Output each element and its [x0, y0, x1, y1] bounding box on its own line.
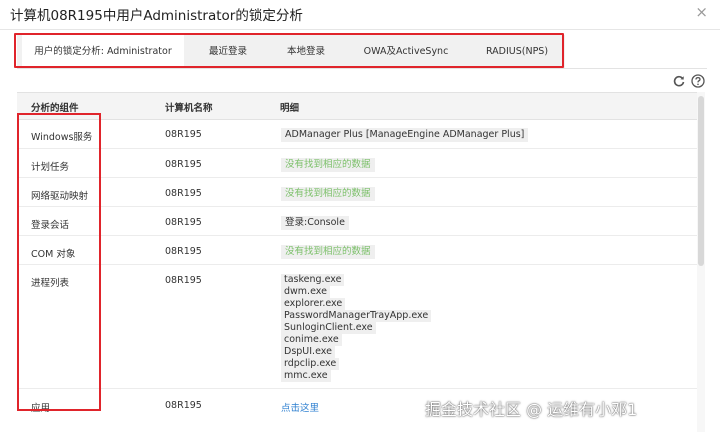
- no-data-chip: 没有找到相应的数据: [281, 158, 375, 172]
- tab-bar: 用户的锁定分析: Administrator 最近登录 本地登录 OWA及Act…: [17, 35, 565, 69]
- process-item: taskeng.exe: [281, 274, 345, 286]
- title-divider: [0, 29, 720, 30]
- table-row: 计划任务 08R195 没有找到相应的数据: [17, 149, 697, 178]
- computer-cell: 08R195: [165, 188, 202, 199]
- component-cell: 网络驱动映射: [31, 191, 89, 202]
- computer-cell: 08R195: [165, 275, 202, 286]
- table-row: 登录会话 08R195 登录:Console: [17, 207, 697, 236]
- computer-cell: 08R195: [165, 159, 202, 170]
- scrollbar-thumb[interactable]: [698, 96, 704, 266]
- component-cell: COM 对象: [31, 249, 76, 260]
- header-detail: 明细: [280, 103, 300, 114]
- analysis-table: 分析的组件 计算机名称 明细 Windows服务 08R195 ADManage…: [17, 92, 707, 434]
- process-item: mmc.exe: [281, 370, 331, 382]
- tabs-divider: [17, 68, 707, 69]
- component-cell: 登录会话: [31, 220, 70, 231]
- computer-cell: 08R195: [165, 217, 202, 228]
- process-item: dwm.exe: [281, 286, 330, 298]
- computer-cell: 08R195: [165, 129, 202, 140]
- component-cell: Windows服务: [31, 132, 93, 143]
- component-cell: 计划任务: [31, 162, 70, 173]
- dialog-title-bar: 计算机08R195中用户Administrator的锁定分析 ×: [0, 0, 720, 26]
- scrollbar[interactable]: [697, 92, 705, 432]
- close-icon[interactable]: ×: [695, 3, 708, 21]
- detail-chip: ADManager Plus [ManageEngine ADManager P…: [281, 128, 529, 142]
- table-row: Windows服务 08R195 ADManager Plus [ManageE…: [17, 119, 697, 149]
- refresh-icon[interactable]: [672, 74, 686, 88]
- detail-chip: 登录:Console: [281, 216, 349, 230]
- table-header: 分析的组件 计算机名称 明细: [17, 92, 697, 120]
- click-here-link[interactable]: 点击这里: [281, 400, 319, 414]
- process-item: rdpclip.exe: [281, 358, 340, 370]
- process-list: taskeng.exe dwm.exe explorer.exe Passwor…: [281, 274, 432, 382]
- component-cell: 进程列表: [31, 278, 70, 289]
- computer-cell: 08R195: [165, 246, 202, 257]
- no-data-chip: 没有找到相应的数据: [281, 245, 375, 259]
- header-component: 分析的组件: [31, 103, 79, 114]
- tab-local-logons[interactable]: 本地登录: [273, 35, 339, 68]
- process-item: explorer.exe: [281, 298, 346, 310]
- table-row: 进程列表 08R195 taskeng.exe dwm.exe explorer…: [17, 265, 697, 389]
- computer-cell: 08R195: [165, 400, 202, 411]
- table-row: COM 对象 08R195 没有找到相应的数据: [17, 236, 697, 265]
- tab-owa-activesync[interactable]: OWA及ActiveSync: [360, 35, 452, 68]
- watermark: 掘金技术社区 @ 运维有小邓1: [425, 400, 638, 419]
- tab-radius-nps[interactable]: RADIUS(NPS): [477, 35, 557, 68]
- process-item: conime.exe: [281, 334, 342, 346]
- header-computer: 计算机名称: [165, 103, 213, 114]
- no-data-chip: 没有找到相应的数据: [281, 187, 375, 201]
- process-item: SunloginClient.exe: [281, 322, 376, 334]
- table-row: 网络驱动映射 08R195 没有找到相应的数据: [17, 178, 697, 207]
- dialog-title: 计算机08R195中用户Administrator的锁定分析: [10, 8, 303, 24]
- tab-recent-logons[interactable]: 最近登录: [195, 35, 261, 68]
- tab-lockout-analysis[interactable]: 用户的锁定分析: Administrator: [22, 35, 184, 69]
- process-item: DspUI.exe: [281, 346, 335, 358]
- component-cell: 应用: [31, 403, 51, 414]
- process-item: PasswordManagerTrayApp.exe: [281, 310, 432, 322]
- help-icon[interactable]: [691, 74, 705, 88]
